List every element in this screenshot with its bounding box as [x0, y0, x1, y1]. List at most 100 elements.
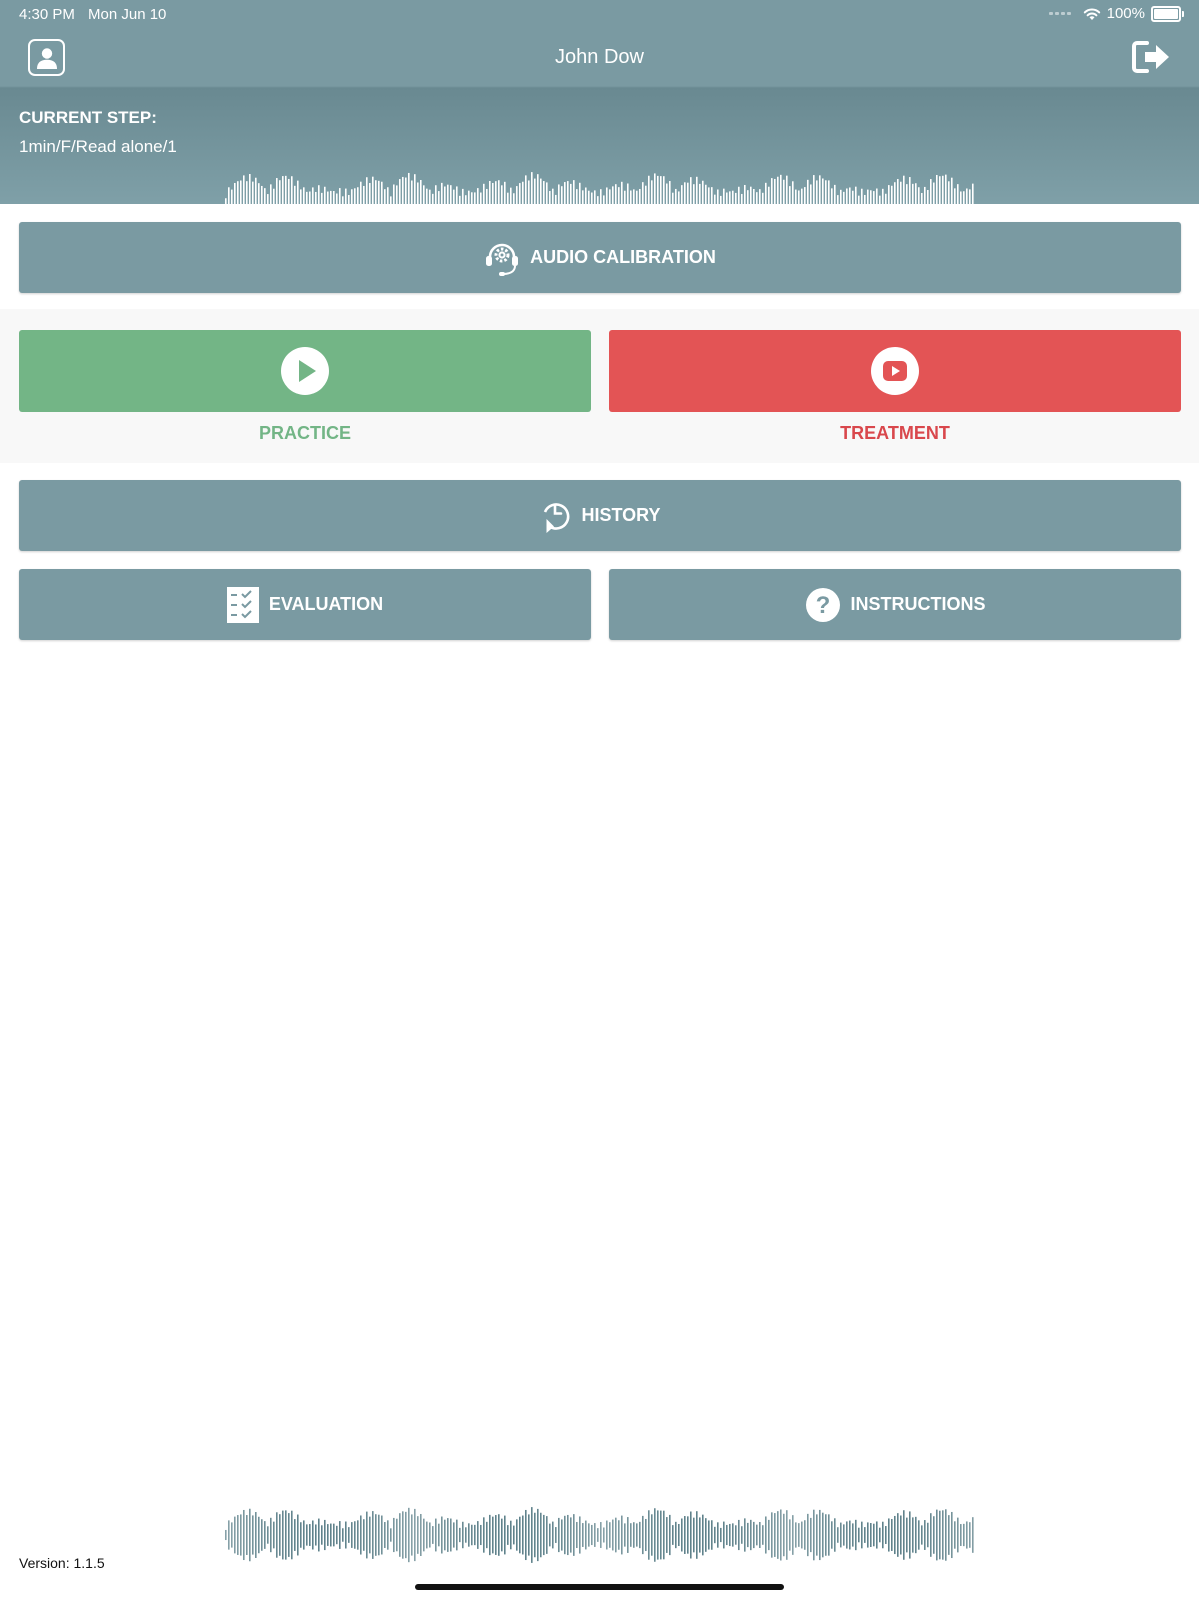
waveform-bar [735, 192, 737, 204]
waveform-bar [816, 180, 818, 204]
waveform-bar [744, 1518, 746, 1552]
waveform-bar [525, 1509, 527, 1561]
practice-button[interactable] [19, 330, 591, 412]
waveform-bar [339, 1521, 341, 1549]
waveform-bar [585, 1520, 587, 1550]
waveform-bar [273, 1521, 275, 1549]
waveform-bar [813, 175, 815, 204]
waveform-bar [288, 178, 290, 204]
waveform-bar [285, 1510, 287, 1560]
waveform-bar [264, 188, 266, 204]
waveform-bar [225, 1529, 227, 1541]
waveform-bar [810, 1517, 812, 1553]
waveform-bar [807, 1513, 809, 1557]
waveform-bar [918, 1520, 920, 1550]
waveform-bar [870, 1522, 872, 1548]
waveform-bar [669, 181, 671, 204]
waveform-bar [777, 1511, 779, 1559]
evaluation-button[interactable]: EVALUATION [19, 569, 591, 640]
waveform-bar [801, 188, 803, 204]
waveform-bar [450, 185, 452, 204]
waveform-bar [345, 188, 347, 204]
waveform-bar [564, 1515, 566, 1555]
waveform-bar [339, 188, 341, 204]
battery-icon [1151, 5, 1184, 22]
waveform-bar [723, 188, 725, 204]
waveform-bar [570, 1517, 572, 1553]
waveform-bar [576, 189, 578, 204]
waveform-bar [519, 183, 521, 204]
waveform-bar [510, 1520, 512, 1550]
waveform-bar [579, 182, 581, 204]
status-date: Mon Jun 10 [88, 6, 167, 23]
waveform-bar [492, 182, 494, 204]
waveform-bar [267, 194, 269, 204]
waveform-bar [246, 181, 248, 204]
waveform-bar [426, 188, 428, 204]
waveform-bar [636, 1523, 638, 1547]
waveform-bar [972, 183, 974, 204]
waveform-bar [903, 175, 905, 204]
waveform-bar [504, 181, 506, 204]
waveform-bar [429, 189, 431, 204]
waveform-bar [546, 182, 548, 204]
waveform-bar [792, 1515, 794, 1555]
waveform-bar [387, 187, 389, 204]
home-indicator[interactable] [415, 1584, 784, 1590]
waveform-bar [450, 1518, 452, 1552]
checklist-icon [226, 586, 259, 623]
waveform-bar [789, 186, 791, 204]
waveform-bar [471, 1524, 473, 1546]
waveform-bar [894, 182, 896, 204]
waveform-bar [534, 178, 536, 204]
audio-calibration-button[interactable]: AUDIO CALIBRATION [19, 222, 1181, 293]
logout-button[interactable] [1131, 40, 1171, 74]
waveform-bar [567, 1514, 569, 1556]
waveform-bar [912, 183, 914, 204]
waveform-bar [234, 182, 236, 204]
waveform-bar [882, 188, 884, 204]
waveform-bar [963, 191, 965, 204]
history-button[interactable]: HISTORY [19, 480, 1181, 551]
waveform-bar [609, 1522, 611, 1548]
waveform-bar [441, 182, 443, 204]
waveform-bar [474, 192, 476, 204]
waveform-bar [621, 181, 623, 204]
waveform-bar [414, 174, 416, 204]
waveform-bar [591, 192, 593, 204]
waveform-bar [327, 191, 329, 204]
wifi-icon [1083, 8, 1100, 20]
waveform-bar [573, 180, 575, 204]
waveform-bar [558, 1517, 560, 1553]
waveform-bar [402, 176, 404, 204]
waveform-bar [306, 191, 308, 204]
waveform-bar [249, 173, 251, 204]
waveform-bar [648, 1510, 650, 1560]
waveform-bar [777, 176, 779, 204]
waveform-bar [840, 189, 842, 204]
waveform-bar [537, 1508, 539, 1562]
waveform-bar [846, 188, 848, 204]
waveform-bar [615, 184, 617, 204]
waveform-bar [351, 189, 353, 204]
waveform-bar [633, 1522, 635, 1548]
waveform-bar [837, 1527, 839, 1543]
waveform-bar [336, 1525, 338, 1545]
instructions-button[interactable]: ? INSTRUCTIONS [609, 569, 1181, 640]
waveform-bar [888, 1518, 890, 1552]
waveform-bar [405, 177, 407, 204]
waveform-bar [639, 188, 641, 204]
waveform-bar [582, 190, 584, 204]
waveform-bar [858, 195, 860, 204]
waveform-bar [735, 1525, 737, 1545]
waveform-bar [342, 196, 344, 204]
history-label: HISTORY [581, 505, 661, 525]
waveform-bar [600, 189, 602, 204]
waveform-bar [702, 1514, 704, 1556]
treatment-button[interactable] [609, 330, 1181, 412]
waveform-bar [270, 184, 272, 204]
waveform-bar [780, 174, 782, 204]
waveform-bar [636, 190, 638, 204]
waveform-bar [858, 1527, 860, 1543]
waveform-bar [696, 1511, 698, 1559]
